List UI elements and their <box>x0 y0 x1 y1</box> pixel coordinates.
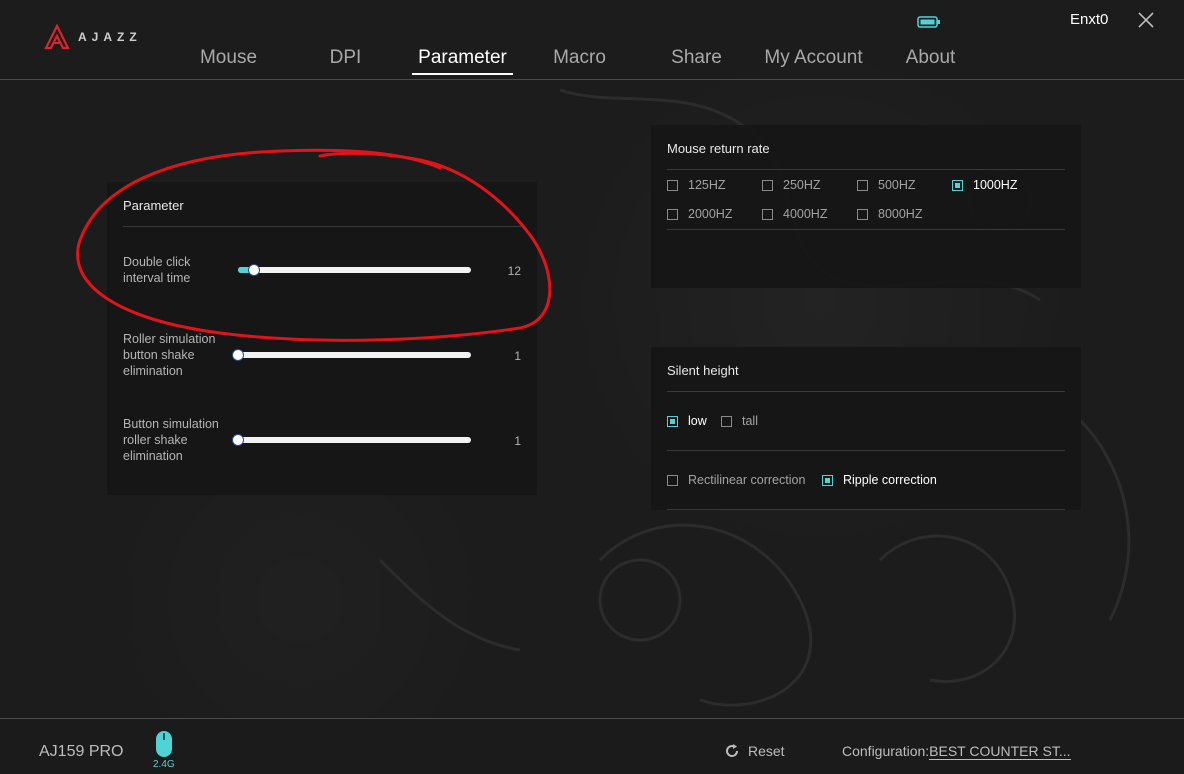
rectilinear-correction-option[interactable]: Rectilinear correction <box>667 473 805 487</box>
silent-option-low[interactable]: low <box>667 414 707 428</box>
double-click-value: 12 <box>507 264 521 278</box>
label-line: elimination <box>123 364 183 378</box>
rate-option-1000[interactable]: 1000HZ <box>952 178 1017 192</box>
close-icon[interactable] <box>1136 10 1156 30</box>
reset-button[interactable]: Reset <box>724 743 785 759</box>
checkbox[interactable] <box>667 415 678 427</box>
double-click-slider[interactable] <box>238 264 471 276</box>
option-label: 2000HZ <box>688 207 733 221</box>
option-label: 250HZ <box>783 178 821 192</box>
label-line: elimination <box>123 449 183 463</box>
connection-label: 2.4G <box>153 759 175 770</box>
button-shake-slider[interactable] <box>232 434 471 446</box>
mouse-icon <box>156 731 172 757</box>
option-label: Rectilinear correction <box>688 473 806 487</box>
checkbox[interactable] <box>822 474 833 486</box>
tab-mouse[interactable]: Mouse <box>170 44 287 72</box>
double-click-label: Double click interval time <box>123 254 190 286</box>
checkbox[interactable] <box>857 179 868 191</box>
tab-parameter[interactable]: Parameter <box>404 44 521 75</box>
user-name[interactable]: Enxt0 <box>1070 11 1108 28</box>
reset-icon <box>726 744 739 757</box>
battery-icon <box>917 16 940 28</box>
ajazz-logo-icon <box>44 24 70 50</box>
label-line: Roller simulation <box>123 332 216 346</box>
button-shake-label: Button simulation roller shake eliminati… <box>123 416 219 464</box>
rate-option-8000[interactable]: 8000HZ <box>857 207 922 221</box>
label-line: Double click <box>123 255 191 269</box>
checkbox[interactable] <box>667 474 678 486</box>
label-line: interval time <box>123 271 191 285</box>
divider <box>667 229 1065 230</box>
roller-shake-slider[interactable] <box>232 349 471 361</box>
checkbox[interactable] <box>721 415 732 427</box>
return-rate-panel: Mouse return rate 125HZ 250HZ 500HZ 1000… <box>651 125 1081 288</box>
label-line: button shake <box>123 348 195 362</box>
logo-text: AJAZZ <box>78 30 142 44</box>
divider <box>667 509 1065 510</box>
reset-label: Reset <box>748 743 785 759</box>
option-label: Ripple correction <box>843 473 937 487</box>
checkbox[interactable] <box>857 208 868 220</box>
tab-my-account[interactable]: My Account <box>755 44 872 72</box>
divider <box>667 169 1065 170</box>
top-bar: AJAZZ Mouse DPI Parameter Macro Share My… <box>0 0 1184 80</box>
status-bar: AJ159 PRO 2.4G Reset Configuration:BEST … <box>0 718 1184 774</box>
checkbox[interactable] <box>952 179 963 191</box>
option-label: tall <box>742 414 758 428</box>
option-label: 500HZ <box>878 178 916 192</box>
checkbox[interactable] <box>762 208 773 220</box>
option-label: low <box>688 414 707 428</box>
brand-logo: AJAZZ <box>44 24 142 50</box>
configuration: Configuration:BEST COUNTER ST... <box>842 743 1071 760</box>
option-label: 4000HZ <box>783 207 828 221</box>
panel-title: Silent height <box>667 363 739 378</box>
silent-height-panel: Silent height low tall Rectilinear corre… <box>651 347 1081 510</box>
roller-shake-label: Roller simulation button shake eliminati… <box>123 331 215 379</box>
config-selector[interactable]: BEST COUNTER ST... <box>929 743 1071 760</box>
slider-thumb[interactable] <box>232 434 244 446</box>
checkbox[interactable] <box>667 179 678 191</box>
option-label: 8000HZ <box>878 207 923 221</box>
main-nav: Mouse DPI Parameter Macro Share My Accou… <box>170 44 989 75</box>
ripple-correction-option[interactable]: Ripple correction <box>822 473 937 487</box>
slider-thumb[interactable] <box>232 349 244 361</box>
divider <box>667 391 1065 392</box>
panel-title: Parameter <box>123 198 184 213</box>
label-line: Button simulation <box>123 417 219 431</box>
roller-shake-value: 1 <box>514 349 521 363</box>
silent-option-tall[interactable]: tall <box>721 414 758 428</box>
tab-macro[interactable]: Macro <box>521 44 638 72</box>
rate-option-2000[interactable]: 2000HZ <box>667 207 732 221</box>
rate-option-250[interactable]: 250HZ <box>762 178 821 192</box>
tab-share[interactable]: Share <box>638 44 755 72</box>
rate-option-4000[interactable]: 4000HZ <box>762 207 827 221</box>
checkbox[interactable] <box>762 179 773 191</box>
panel-title: Mouse return rate <box>667 141 770 156</box>
checkbox[interactable] <box>667 208 678 220</box>
rate-option-125[interactable]: 125HZ <box>667 178 726 192</box>
divider <box>123 226 521 227</box>
tab-about[interactable]: About <box>872 44 989 72</box>
option-label: 1000HZ <box>973 178 1018 192</box>
device-name: AJ159 PRO <box>39 743 124 760</box>
button-shake-value: 1 <box>514 434 521 448</box>
parameter-panel: Parameter Double click interval time 12 … <box>107 182 537 495</box>
divider <box>667 450 1065 451</box>
slider-thumb[interactable] <box>248 264 261 276</box>
option-label: 125HZ <box>688 178 726 192</box>
rate-option-500[interactable]: 500HZ <box>857 178 916 192</box>
config-label: Configuration: <box>842 743 930 759</box>
label-line: roller shake <box>123 433 188 447</box>
tab-dpi[interactable]: DPI <box>287 44 404 72</box>
